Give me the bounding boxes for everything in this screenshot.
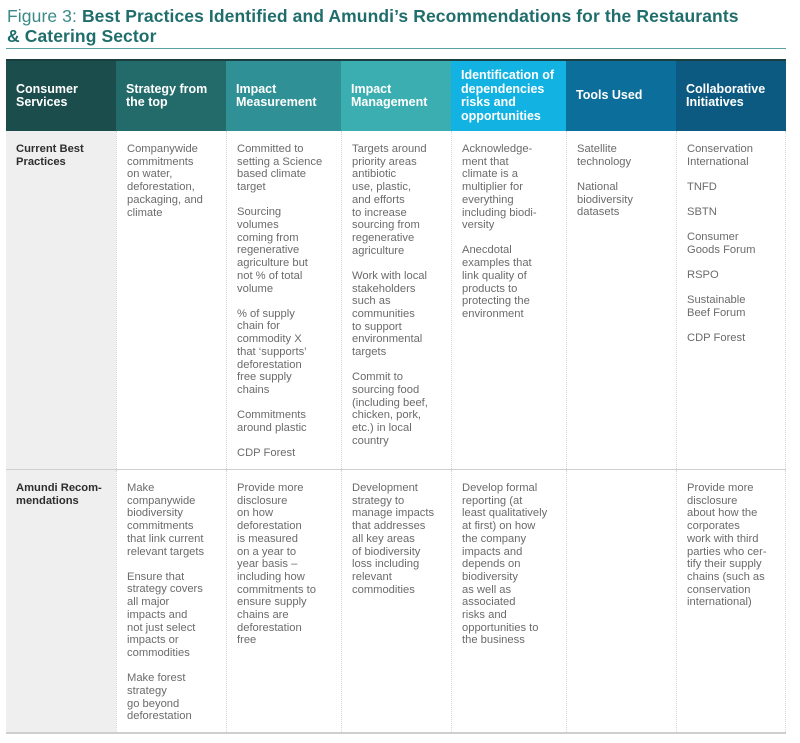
figure-title-line2: & Catering Sector [7,26,157,46]
column-header-impact-management: Impact Management [341,61,451,131]
cell-paragraph: Conservation International [687,143,753,168]
table-cell: Companywide commitments on water, defore… [116,131,226,469]
cell-paragraph: Work with local stakeholders such as com… [352,269,428,359]
cell-paragraph: CDP Forest [237,447,296,460]
cell-paragraph: Ensure that strategy covers all major im… [127,570,203,659]
cell-paragraph: National biodiversity datasets [577,180,633,219]
table-cell: Provide more disclosure on how deforesta… [226,470,341,732]
title-divider [6,48,786,49]
cell-paragraph: Targets around priority areas antibiotic… [352,143,427,257]
cell-paragraph: RSPO [687,269,719,282]
column-header-identification: Identification of dependencies risks and… [451,61,566,131]
cell-paragraph: Make companywide biodiversity commitment… [127,482,205,558]
cell-paragraph: Make forest strategy go beyond deforesta… [127,672,192,723]
table-cell: Committed to setting a Science based cli… [226,131,341,469]
row-header: Amundi Recom- mendations [6,470,116,732]
figure-label: Figure 3: [7,6,82,26]
cell-paragraph: Satellite technology [577,143,632,168]
cell-paragraph: Develop formal reporting (at least quali… [462,482,548,647]
cell-paragraph: Committed to setting a Science based cli… [237,143,323,194]
column-header-impact-measurement: Impact Measurement [226,61,341,131]
table-cell: Conservation International TNFD SBTN Consum… [676,131,786,469]
table-cell: Development strategy to manage impacts t… [341,470,451,732]
column-header-strategy: Strategy from the top [116,61,226,131]
column-header-collaborative-initiatives: Collaborative Initiatives [676,61,786,131]
row-header: Current Best Practices [6,131,116,469]
cell-paragraph: Anecdotal examples that link quality of … [462,244,532,320]
figure-title: Figure 3: Best Practices Identified and … [7,6,792,46]
column-header-tools-used: Tools Used [566,61,676,131]
table-cell: Targets around priority areas antibiotic… [341,131,451,469]
table-row-current-best-practices: Current Best Practices Companywide commi… [6,131,786,469]
cell-paragraph: Sourcing volumes coming from regenerativ… [237,206,308,295]
table-cell: Provide more disclosure about how the co… [676,470,786,732]
figure-title-line1: Best Practices Identified and Amundi’s R… [81,6,739,26]
best-practices-table: Consumer Services Strategy from the top … [6,59,786,734]
table-cell: Satellite technology National biodiversit… [566,131,676,469]
cell-paragraph: % of supply chain for commodity X that ‘… [237,307,307,396]
table-bottom-rule [6,732,786,734]
cell-paragraph: Development strategy to manage impacts t… [352,482,435,596]
cell-paragraph: Companywide commitments on water, defore… [127,143,203,219]
cell-paragraph: Consumer Goods Forum [687,231,756,257]
cell-paragraph: TNFD [687,180,717,193]
cell-paragraph: CDP Forest [687,332,746,345]
cell-paragraph: Provide more disclosure on how deforesta… [237,482,316,647]
column-header-consumer-services: Consumer Services [6,61,116,131]
cell-paragraph: Commitments around plastic [237,409,307,434]
table-cell: Acknowledge- ment that climate is a mult… [451,131,566,469]
cell-paragraph: SBTN [687,206,717,219]
table-header-row: Consumer Services Strategy from the top … [6,59,786,131]
table-cell: Develop formal reporting (at least quali… [451,470,566,732]
cell-paragraph: Sustainable Beef Forum [687,294,746,320]
cell-paragraph: Acknowledge- ment that climate is a mult… [462,143,537,232]
table-cell [566,470,676,732]
cell-paragraph: Commit to sourcing food (including beef,… [352,371,428,447]
cell-paragraph: Provide more disclosure about how the co… [687,482,767,609]
table-row-amundi-recommendations: Amundi Recom- mendations Make companywid… [6,469,786,732]
table-cell: Make companywide biodiversity commitment… [116,470,226,732]
